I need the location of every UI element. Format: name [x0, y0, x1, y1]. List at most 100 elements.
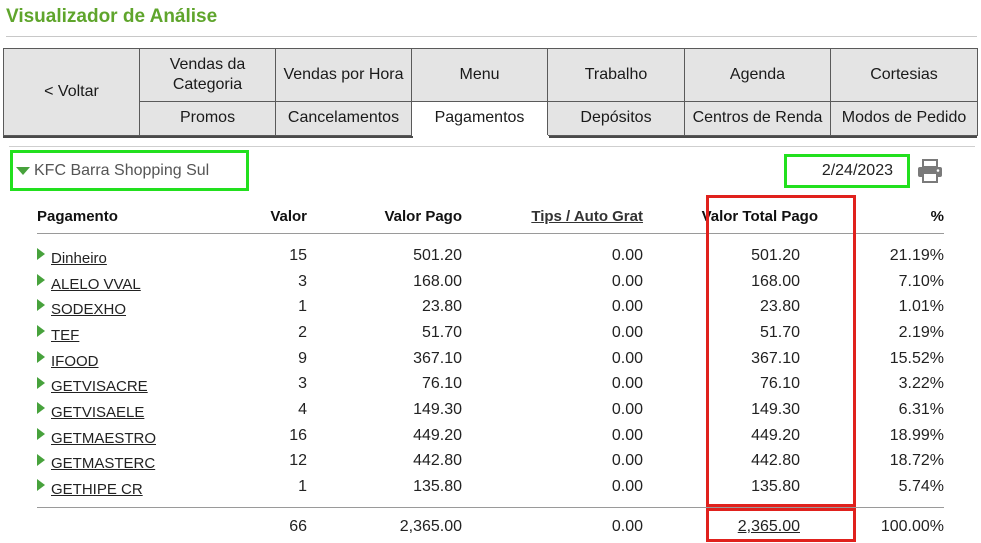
table-row: TEF 2 51.70 0.00 51.70 2.19% [37, 320, 944, 346]
tab-agenda[interactable]: Agenda [684, 48, 831, 102]
total-count: 66 [237, 506, 307, 542]
back-button[interactable]: < Voltar [3, 48, 140, 136]
total-paid: 2,365.00 [307, 506, 462, 542]
tips-cell: 0.00 [611, 323, 643, 341]
triangle-right-icon[interactable] [37, 350, 45, 363]
count-cell: 4 [298, 400, 307, 418]
payment-link[interactable]: GETMAESTRO [51, 430, 156, 447]
payment-link[interactable]: SODEXHO [51, 301, 126, 318]
percent-cell: 15.52% [889, 349, 944, 367]
report-nav: < Voltar Vendas da Categoria Vendas por … [3, 48, 978, 137]
totals-row: 66 2,365.00 0.00 2,365.00 100.00% [37, 506, 944, 542]
total-paid-cell: 23.80 [759, 298, 800, 316]
total-percent: 100.00% [828, 506, 944, 542]
grand-total-paid[interactable]: 2,365.00 [738, 518, 800, 535]
tab-modos-de-pedido[interactable]: Modos de Pedido [830, 100, 978, 137]
tab-cancelamentos[interactable]: Cancelamentos [275, 100, 412, 137]
total-paid-cell: 449.20 [751, 426, 800, 444]
table-row: IFOOD 9 367.10 0.00 367.10 15.52% [37, 346, 944, 372]
total-paid-cell: 76.10 [759, 375, 800, 393]
payment-link[interactable]: Dinheiro [51, 250, 107, 267]
paid-cell: 23.80 [421, 298, 462, 316]
triangle-right-icon[interactable] [37, 376, 45, 389]
paid-cell: 76.10 [421, 375, 462, 393]
payments-table: Pagamento Valor Valor Pago Tips / Auto G… [37, 200, 944, 542]
triangle-right-icon[interactable] [37, 427, 45, 440]
percent-cell: 7.10% [898, 272, 944, 290]
tab-trabalho[interactable]: Trabalho [547, 48, 685, 102]
payment-link[interactable]: GETVISAELE [51, 404, 144, 421]
total-paid-cell: 442.80 [751, 452, 800, 470]
tips-cell: 0.00 [611, 452, 643, 470]
count-cell: 12 [289, 452, 307, 470]
payment-link[interactable]: GETMASTERC [51, 455, 155, 472]
paid-cell: 449.20 [413, 426, 462, 444]
tips-cell: 0.00 [611, 426, 643, 444]
tab-vendas-por-hora[interactable]: Vendas por Hora [275, 48, 412, 102]
tab-pagamentos[interactable]: Pagamentos [411, 100, 548, 137]
col-header-tips-link[interactable]: Tips / Auto Grat [531, 208, 643, 225]
triangle-right-icon[interactable] [37, 325, 45, 338]
percent-cell: 6.31% [898, 400, 944, 418]
col-header-paid: Valor Pago [307, 200, 462, 234]
col-header-count: Valor [237, 200, 307, 234]
tips-cell: 0.00 [611, 298, 643, 316]
store-name[interactable]: KFC Barra Shopping Sul [34, 162, 209, 180]
count-cell: 3 [298, 272, 307, 290]
triangle-down-icon[interactable] [16, 167, 30, 175]
triangle-right-icon[interactable] [37, 273, 45, 286]
table-row: ALELO VVAL 3 168.00 0.00 168.00 7.10% [37, 269, 944, 295]
count-cell: 2 [298, 323, 307, 341]
table-row: GETMAESTRO 16 449.20 0.00 449.20 18.99% [37, 423, 944, 449]
col-header-percent: % [828, 200, 944, 234]
triangle-right-icon[interactable] [37, 402, 45, 415]
paid-cell: 149.30 [413, 400, 462, 418]
total-paid-cell: 135.80 [751, 478, 800, 496]
payment-link[interactable]: ALELO VVAL [51, 276, 141, 293]
paid-cell: 442.80 [413, 452, 462, 470]
tab-promos[interactable]: Promos [139, 100, 276, 137]
tips-cell: 0.00 [611, 272, 643, 290]
count-cell: 15 [289, 246, 307, 264]
percent-cell: 3.22% [898, 375, 944, 393]
percent-cell: 18.72% [889, 452, 944, 470]
total-paid-cell: 367.10 [751, 349, 800, 367]
tips-cell: 0.00 [611, 375, 643, 393]
tab-depositos[interactable]: Depósitos [547, 100, 685, 137]
table-row: GETVISACRE 3 76.10 0.00 76.10 3.22% [37, 371, 944, 397]
paid-cell: 135.80 [413, 478, 462, 496]
total-paid-cell: 168.00 [751, 272, 800, 290]
count-cell: 1 [298, 478, 307, 496]
tab-menu[interactable]: Menu [411, 48, 548, 102]
page-title: Visualizador de Análise [6, 6, 218, 27]
triangle-right-icon[interactable] [37, 248, 45, 261]
tips-cell: 0.00 [611, 246, 643, 264]
printer-icon[interactable] [917, 159, 943, 188]
percent-cell: 5.74% [898, 478, 944, 496]
nav-bottom-divider [3, 136, 977, 138]
tips-cell: 0.00 [611, 349, 643, 367]
col-header-total-paid: Valor Total Pago [643, 200, 828, 234]
tab-centros-de-renda[interactable]: Centros de Renda [684, 100, 831, 137]
title-divider [6, 36, 977, 37]
paid-cell: 501.20 [413, 246, 462, 264]
col-header-payment: Pagamento [37, 200, 237, 234]
total-paid-cell: 501.20 [751, 246, 800, 264]
section-divider [9, 146, 975, 147]
report-date: 2/24/2023 [784, 154, 910, 188]
table-row: GETHIPE CR 1 135.80 0.00 135.80 5.74% [37, 474, 944, 507]
payment-link[interactable]: GETVISACRE [51, 378, 148, 395]
payment-link[interactable]: TEF [51, 327, 79, 344]
tab-cortesias[interactable]: Cortesias [830, 48, 978, 102]
tab-vendas-da-categoria[interactable]: Vendas da Categoria [139, 48, 276, 102]
percent-cell: 21.19% [889, 246, 944, 264]
count-cell: 3 [298, 375, 307, 393]
count-cell: 9 [298, 349, 307, 367]
total-paid-cell: 51.70 [759, 323, 800, 341]
triangle-right-icon[interactable] [37, 299, 45, 312]
payment-link[interactable]: GETHIPE CR [51, 481, 143, 498]
triangle-right-icon[interactable] [37, 479, 45, 492]
payment-link[interactable]: IFOOD [51, 353, 99, 370]
percent-cell: 2.19% [898, 323, 944, 341]
triangle-right-icon[interactable] [37, 453, 45, 466]
